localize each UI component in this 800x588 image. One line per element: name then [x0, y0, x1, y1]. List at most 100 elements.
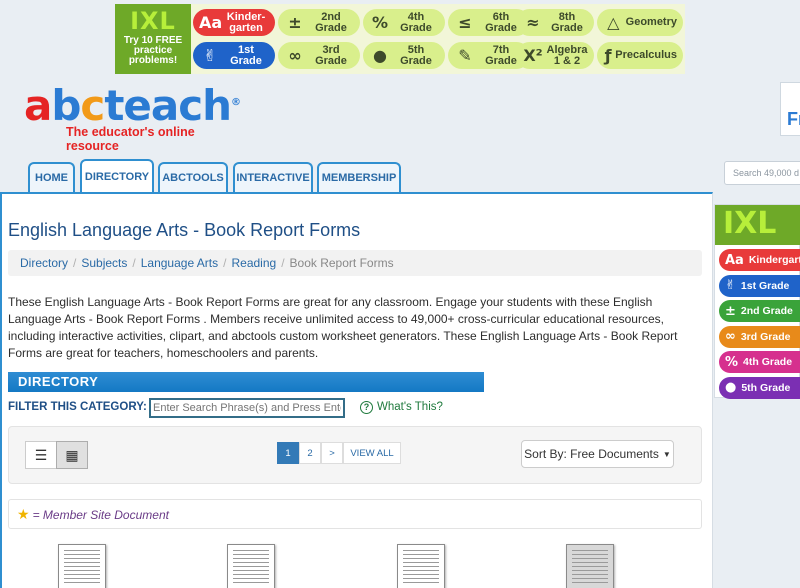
ixl-sidebar-pill[interactable]: ±2nd Grade — [719, 300, 800, 322]
ixl-sidebar-pill[interactable]: Aa Kindergarten — [719, 249, 800, 271]
breadcrumb-reading[interactable]: Reading — [231, 256, 276, 270]
ixl-pill[interactable]: ±2nd Grade — [278, 9, 360, 36]
tab-membership[interactable]: MEMBERSHIP — [317, 162, 401, 192]
breadcrumb-language-arts[interactable]: Language Arts — [141, 256, 218, 270]
ixl-pill[interactable]: ƒ Precalculus — [597, 42, 683, 69]
document-thumbnail[interactable] — [397, 544, 445, 588]
document-thumbnail[interactable] — [227, 544, 275, 588]
breadcrumb-separator: / — [73, 256, 77, 270]
subject-icon: ± — [725, 303, 736, 319]
ixl-sidebar-pill[interactable]: ✌ 1st Grade — [719, 274, 800, 297]
pill-label: 4th Grade — [743, 356, 793, 368]
next-page-button[interactable]: > — [321, 442, 343, 464]
page-2-button[interactable]: 2 — [299, 442, 321, 464]
breadcrumb-current: Book Report Forms — [289, 256, 394, 270]
tab-home[interactable]: HOME — [28, 162, 75, 192]
pill-label-line: Grade — [315, 21, 347, 34]
ixl-pill[interactable]: ≈8th Grade — [516, 9, 594, 36]
subject-icon: ✌ — [203, 46, 217, 65]
caret-down-icon: ▼ — [662, 449, 671, 459]
pill-label: 5th Grade — [741, 381, 791, 394]
page-1-button[interactable]: 1 — [277, 442, 299, 464]
ixl-pill[interactable]: X² Algebra 1 & 2 — [516, 42, 594, 69]
ixl-sidebar-ad[interactable]: IXL Aa Kindergarten ✌ 1st Grade ±2nd Grade ∞ 3… — [714, 204, 800, 399]
pill-label: 4th Grade — [393, 11, 445, 34]
tab-abctools[interactable]: ABCTOOLS — [158, 162, 228, 192]
whats-this-link[interactable]: ? What's This? — [360, 401, 443, 414]
ixl-sidebar-logo-text: IXL — [723, 206, 777, 241]
subject-icon: % — [725, 354, 739, 370]
whats-this-label: What's This? — [377, 401, 443, 413]
breadcrumb-subjects[interactable]: Subjects — [81, 256, 127, 270]
ixl-banner-ad[interactable]: IXL Try 10 FREE practice problems! Aa Kin… — [115, 4, 685, 74]
pill-label: 8th Grade — [546, 11, 594, 34]
list-view-button[interactable]: ☰ — [25, 441, 57, 469]
page-title: English Language Arts - Book Report Form… — [8, 220, 361, 240]
site-search-input[interactable]: Search 49,000 d — [724, 161, 800, 185]
right-edge-text: Fr — [787, 109, 800, 129]
pill-label-line: 1 & 2 — [553, 54, 581, 67]
document-thumbnail[interactable] — [58, 544, 106, 588]
member-legend: ★ = Member Site Document — [8, 499, 702, 529]
sort-label: Sort By: Free Documents — [524, 447, 659, 461]
ixl-logo[interactable]: IXL Try 10 FREE practice problems! — [115, 4, 191, 74]
ixl-sidebar-pill[interactable]: % 4th Grade — [719, 351, 800, 373]
breadcrumb-directory[interactable]: Directory — [20, 256, 68, 270]
subject-icon: X² — [523, 46, 543, 65]
ixl-sidebar-pill[interactable]: ∞ 3rd Grade — [719, 325, 800, 348]
ixl-pill[interactable]: ∞ 3rd Grade — [278, 42, 360, 69]
subject-icon: ƒ — [604, 46, 612, 65]
pill-label-line: Grade — [400, 21, 432, 34]
main-content: English Language Arts - Book Report Form… — [0, 192, 713, 588]
ixl-promo-text: Try 10 FREE practice problems! — [115, 36, 191, 66]
directory-heading: DIRECTORY — [8, 372, 484, 392]
pill-label-line: Grade — [230, 54, 262, 67]
ixl-pill[interactable]: % 4th Grade — [363, 9, 445, 36]
logo-wordmark: abcteach® — [24, 82, 244, 127]
ixl-pill[interactable]: ● 5th Grade — [363, 42, 445, 69]
pill-label-line: Grade — [315, 54, 347, 67]
pill-label: 3rd Grade — [740, 330, 791, 343]
pill-label-line: Grade — [551, 21, 583, 34]
right-edge-banner[interactable]: Fr — [780, 82, 800, 136]
abcteach-logo[interactable]: abcteach® The educator's online resource — [24, 82, 244, 154]
list-icon: ☰ — [34, 446, 48, 463]
pill-label-line: Geometry — [625, 16, 677, 28]
pill-label: Geometry — [626, 17, 683, 28]
ixl-pill[interactable]: Aa Kinder-garten — [193, 9, 275, 36]
pill-label: Algebra 1 & 2 — [546, 44, 594, 67]
pill-label: Kindergarten — [748, 254, 800, 266]
legend-text: = Member Site Document — [32, 508, 169, 522]
star-icon: ★ — [17, 506, 30, 522]
view-all-button[interactable]: VIEW ALL — [343, 442, 401, 464]
filter-label: FILTER THIS CATEGORY: — [8, 401, 147, 413]
subject-icon: ✎ — [458, 46, 472, 65]
pill-label-line: garten — [229, 21, 263, 34]
ixl-sidebar-logo: IXL — [715, 205, 800, 245]
pill-label: 1st Grade — [223, 44, 275, 67]
pill-label: 1st Grade — [740, 279, 790, 292]
pill-label: 2nd Grade — [308, 11, 360, 34]
logo-letter: a — [24, 81, 52, 130]
tab-directory[interactable]: DIRECTORY — [80, 159, 154, 193]
subject-icon: Aa — [725, 252, 744, 268]
document-thumbnail[interactable] — [566, 544, 614, 588]
breadcrumb-separator: / — [223, 256, 227, 270]
ixl-pill[interactable]: ✌ 1st Grade — [193, 42, 275, 69]
pill-label: 5th Grade — [393, 44, 445, 67]
subject-icon: % — [371, 13, 389, 32]
sort-dropdown[interactable]: Sort By: Free Documents ▼ — [521, 440, 674, 468]
logo-letter: b — [51, 81, 81, 130]
tab-interactive[interactable]: INTERACTIVE — [233, 162, 313, 192]
ixl-logo-text: IXL — [130, 7, 176, 35]
subject-icon: ● — [373, 46, 387, 65]
grid-icon: ▦ — [65, 446, 79, 463]
question-icon: ? — [360, 401, 373, 414]
grid-view-button[interactable]: ▦ — [56, 441, 88, 469]
ixl-sidebar-pill[interactable]: ● 5th Grade — [719, 376, 800, 399]
ixl-pill[interactable]: △ Geometry — [597, 9, 683, 36]
logo-letter: c — [80, 81, 105, 130]
filter-category-input[interactable] — [149, 398, 345, 418]
subject-icon: ∞ — [725, 329, 736, 344]
pill-label-line: Grade — [400, 54, 432, 67]
